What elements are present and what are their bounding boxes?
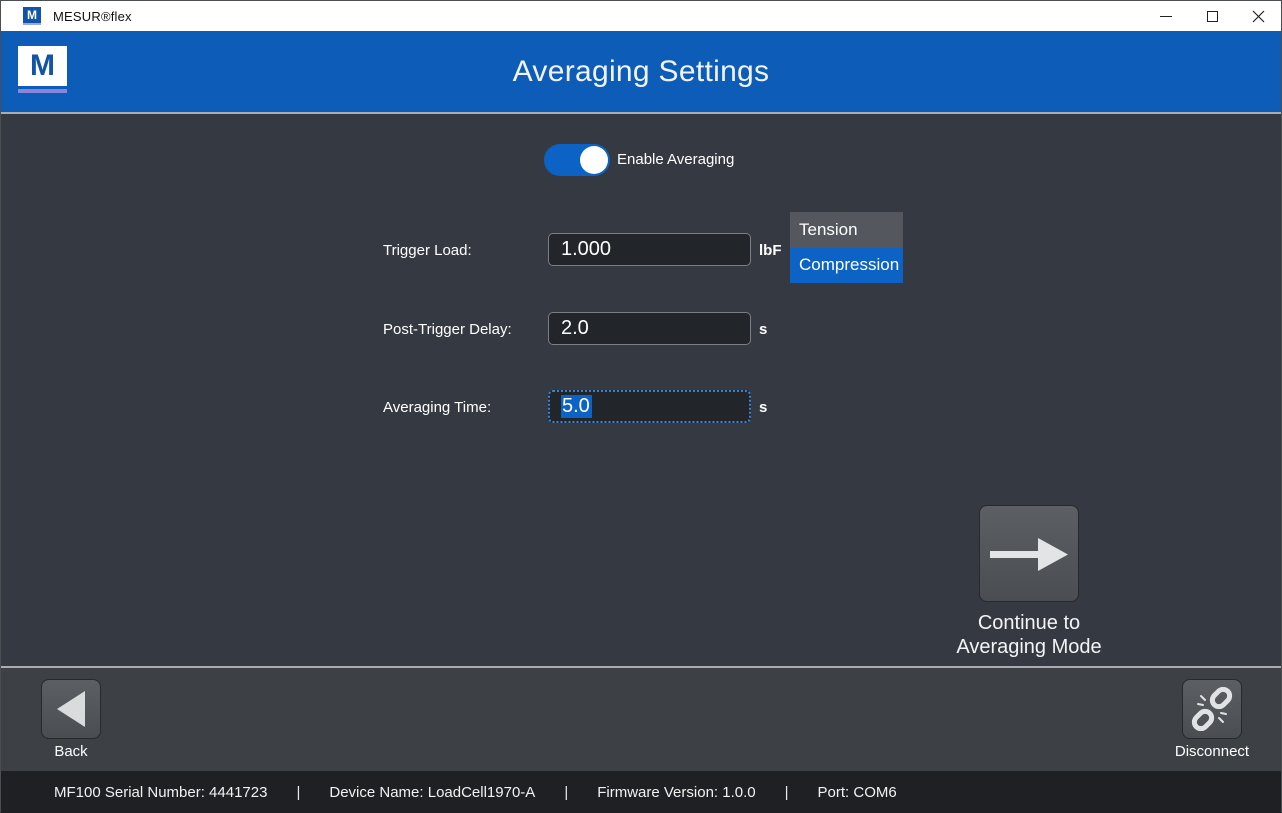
minimize-button[interactable] xyxy=(1143,1,1189,31)
status-device-name: Device Name: LoadCell1970-A xyxy=(329,784,535,801)
continue-button-caption[interactable]: Continue to Averaging Mode xyxy=(929,611,1129,659)
post-trigger-delay-label: Post-Trigger Delay: xyxy=(383,321,512,338)
window-title: MESUR®flex xyxy=(53,9,132,24)
direction-listbox: Tension Compression xyxy=(790,212,903,283)
brand-logo: M xyxy=(18,46,67,93)
disconnect-button[interactable] xyxy=(1182,679,1242,739)
status-separator: | xyxy=(785,784,789,801)
minimize-icon xyxy=(1160,16,1172,17)
direction-option-tension[interactable]: Tension xyxy=(790,212,903,248)
averaging-time-value: 5.0 xyxy=(561,395,592,418)
window-controls xyxy=(1143,1,1281,31)
status-separator: | xyxy=(296,784,300,801)
close-button[interactable] xyxy=(1235,1,1281,31)
status-port: Port: COM6 xyxy=(818,784,897,801)
trigger-load-input[interactable] xyxy=(548,233,751,266)
averaging-time-unit: s xyxy=(759,399,767,416)
averaging-time-input[interactable]: 5.0 xyxy=(548,390,751,423)
trigger-load-unit: lbF xyxy=(759,242,782,259)
close-icon xyxy=(1252,10,1265,23)
bottom-toolbar xyxy=(1,668,1281,771)
maximize-icon xyxy=(1207,11,1218,22)
continue-button[interactable] xyxy=(979,505,1079,602)
page-header: M Averaging Settings xyxy=(1,31,1281,112)
disconnect-button-label[interactable]: Disconnect xyxy=(1172,743,1252,760)
status-separator: | xyxy=(564,784,568,801)
post-trigger-delay-unit: s xyxy=(759,321,767,338)
back-button[interactable] xyxy=(41,679,101,739)
arrow-right-icon xyxy=(988,530,1070,578)
averaging-time-label: Averaging Time: xyxy=(383,399,491,416)
brand-logo-letter: M xyxy=(30,51,55,81)
status-serial-number: MF100 Serial Number: 4441723 xyxy=(54,784,267,801)
enable-averaging-label: Enable Averaging xyxy=(617,151,734,168)
maximize-button[interactable] xyxy=(1189,1,1235,31)
brand-logo-box: M xyxy=(18,46,67,86)
app-window: M MESUR®flex M Averaging Settings xyxy=(0,0,1282,812)
page-title: Averaging Settings xyxy=(513,55,770,89)
status-bar: MF100 Serial Number: 4441723 | Device Na… xyxy=(1,771,1281,813)
app-icon: M xyxy=(23,7,41,25)
back-arrow-icon xyxy=(51,687,91,731)
brand-logo-underline xyxy=(18,89,67,93)
enable-averaging-toggle[interactable] xyxy=(544,144,610,176)
continue-caption-line2: Averaging Mode xyxy=(929,635,1129,659)
toggle-knob xyxy=(580,146,608,174)
status-firmware-version: Firmware Version: 1.0.0 xyxy=(597,784,755,801)
disconnect-icon xyxy=(1190,687,1234,731)
trigger-load-label: Trigger Load: xyxy=(383,242,472,259)
direction-option-compression[interactable]: Compression xyxy=(790,248,903,284)
post-trigger-delay-input[interactable] xyxy=(548,312,751,345)
continue-caption-line1: Continue to xyxy=(929,611,1129,635)
back-button-label[interactable]: Back xyxy=(41,743,101,760)
titlebar: M MESUR®flex xyxy=(1,1,1281,31)
